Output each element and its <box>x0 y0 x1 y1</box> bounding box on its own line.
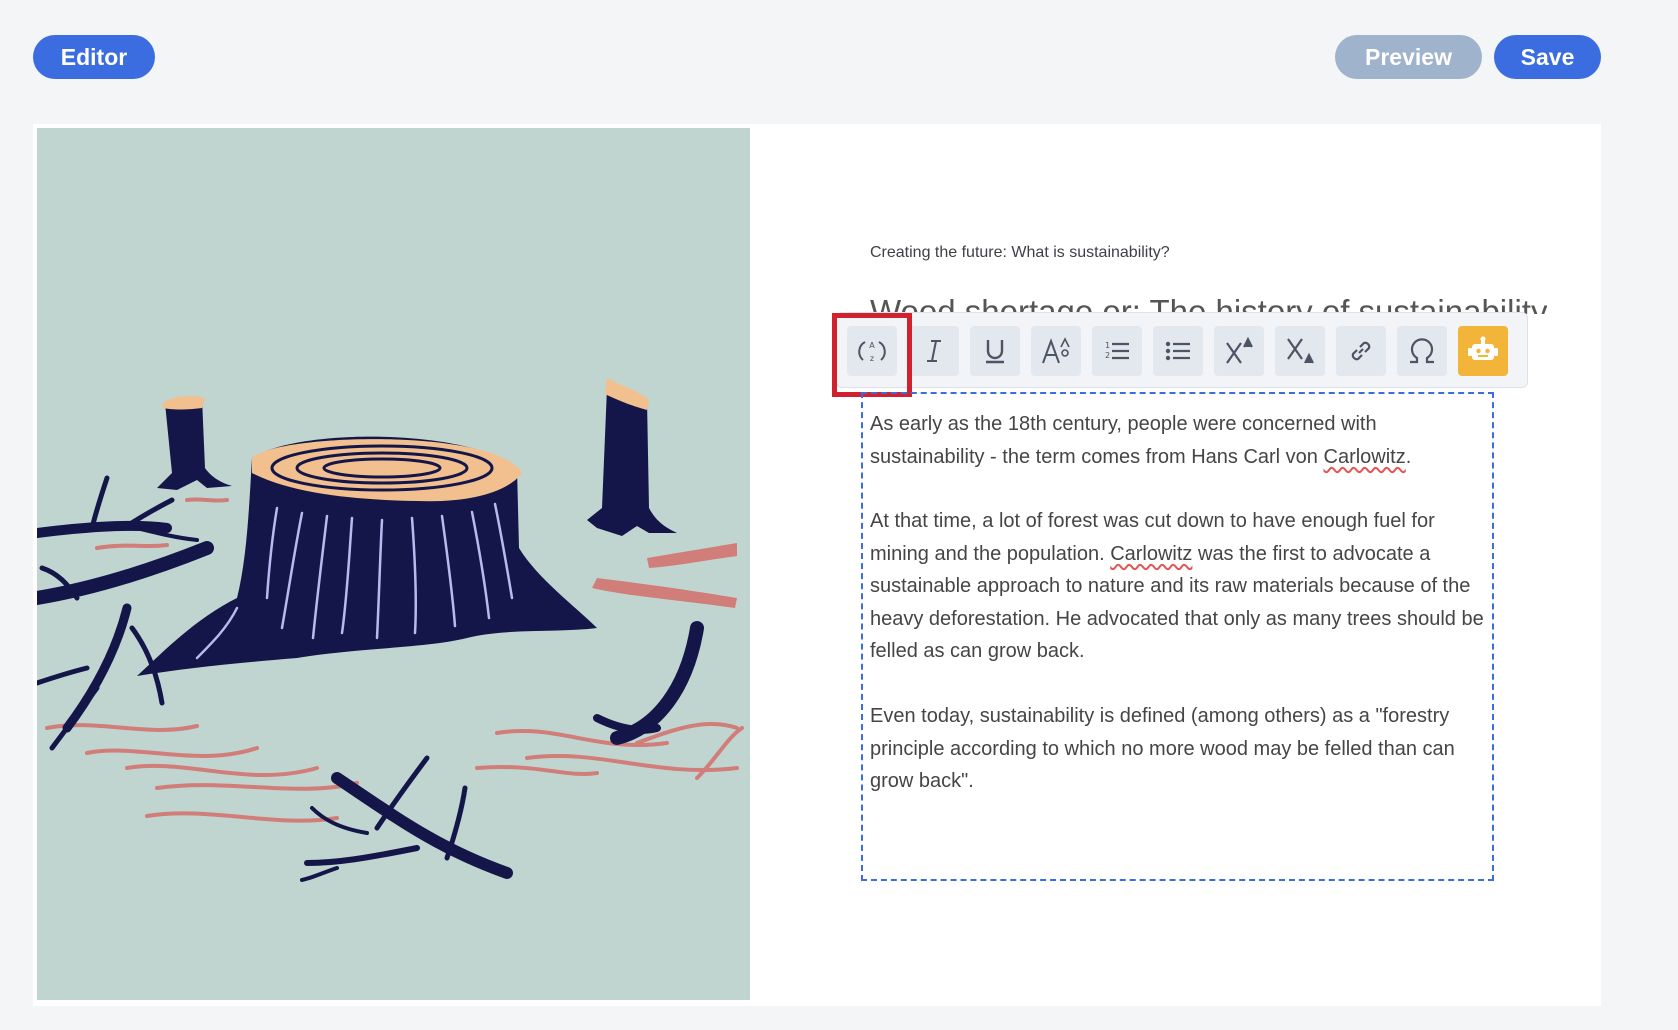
misspelled-word[interactable]: Carlowitz <box>1110 543 1192 565</box>
font-size-icon <box>1042 337 1070 364</box>
robot-icon <box>1468 336 1498 360</box>
preview-button[interactable]: Preview <box>1335 35 1482 79</box>
svg-text:1: 1 <box>1105 341 1110 350</box>
case-toggle-icon: A z <box>858 341 886 363</box>
special-character-button[interactable] <box>1397 326 1447 376</box>
italic-button[interactable] <box>909 326 959 376</box>
subscript-icon <box>1287 338 1314 364</box>
ai-assistant-button[interactable] <box>1458 326 1508 376</box>
formatting-toolbar: A z 1 2 <box>836 312 1528 388</box>
svg-text:2: 2 <box>1105 351 1110 360</box>
svg-text:A: A <box>869 341 875 350</box>
link-icon <box>1351 341 1371 361</box>
paragraph-2: At that time, a lot of forest was cut do… <box>870 505 1490 668</box>
misspelled-word[interactable]: Carlowitz <box>1324 446 1406 468</box>
bullet-list-button[interactable] <box>1153 326 1203 376</box>
paragraph-3: Even today, sustainability is defined (a… <box>870 705 1455 792</box>
svg-text:z: z <box>870 354 874 363</box>
paragraph-1-end: . <box>1405 445 1412 468</box>
italic-icon <box>927 340 941 362</box>
link-button[interactable] <box>1336 326 1386 376</box>
save-button[interactable]: Save <box>1494 35 1601 79</box>
ordered-list-icon: 1 2 <box>1105 341 1129 360</box>
omega-icon <box>1410 338 1434 364</box>
superscript-icon <box>1226 336 1253 364</box>
underline-icon <box>986 340 1004 364</box>
subscript-button[interactable] <box>1275 326 1325 376</box>
underline-button[interactable] <box>970 326 1020 376</box>
case-toggle-button[interactable]: A z <box>847 326 897 376</box>
editor-button[interactable]: Editor <box>33 35 155 79</box>
paragraph-1-text: As early as the 18th century, people wer… <box>870 413 1377 468</box>
superscript-button[interactable] <box>1214 326 1264 376</box>
font-size-button[interactable] <box>1031 326 1081 376</box>
tree-stump-illustration <box>37 128 750 1000</box>
article-title[interactable]: Wood shortage or: The history of sustain… <box>870 290 1547 314</box>
paragraph-1: As early as the 18th century, people wer… <box>870 408 1490 473</box>
ordered-list-button[interactable]: 1 2 <box>1092 326 1142 376</box>
bullet-list-icon <box>1165 341 1190 361</box>
article-kicker: Creating the future: What is sustainabil… <box>870 244 1170 261</box>
